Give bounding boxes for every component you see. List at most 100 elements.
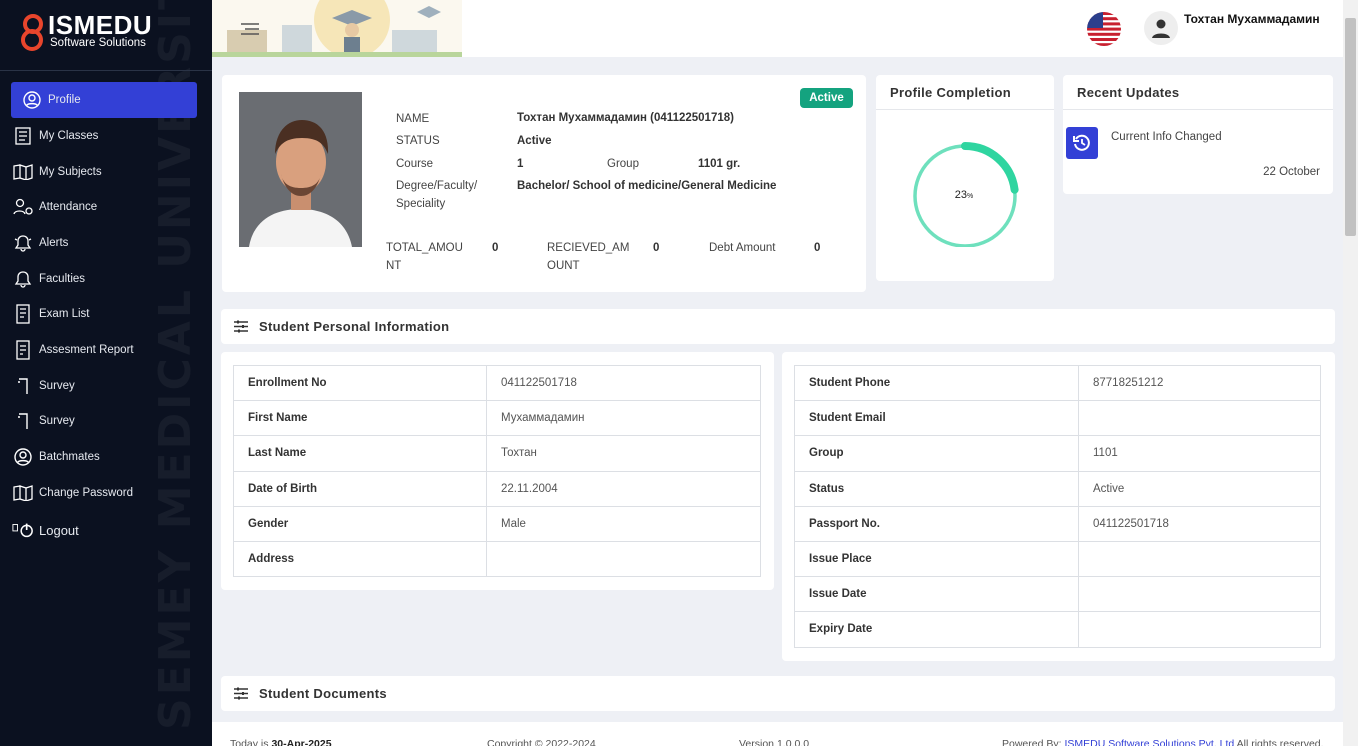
group-label: Group [607, 158, 639, 170]
report-icon [12, 340, 34, 360]
powered-by-link[interactable]: ISMEDU Software Solutions Pvt. Ltd [1064, 738, 1234, 746]
personal-info-left-table: Enrollment No 041122501718 First Name Муха… [233, 364, 761, 578]
degree-label: Degree/Faculty/ [396, 180, 478, 192]
footer-today: Today is 30-Apr-2025 [230, 738, 332, 746]
profile-completion-card: Profile Completion 23% [876, 75, 1054, 281]
personal-info-section-header[interactable]: Student Personal Information [221, 309, 1335, 344]
field-value: Тохтан [486, 435, 761, 472]
footer-powered: Powered By: ISMEDU Software Solutions Pv… [1002, 738, 1324, 746]
field-label: Student Email [794, 400, 1079, 437]
field-label: Last Name [233, 435, 487, 472]
user-circle-icon [12, 447, 34, 467]
debt-amount-label: Debt Amount [709, 242, 776, 254]
footer-version: Version 1.0.0.0 [739, 738, 810, 746]
sidebar-item-attendance[interactable]: Attendance [0, 189, 212, 225]
status-label: STATUS [396, 135, 440, 147]
completion-percent: 23% [954, 189, 974, 201]
us-flag-icon[interactable] [1087, 12, 1121, 46]
field-value: 1101 [1078, 435, 1321, 472]
sidebar-item-profile[interactable]: Profile [11, 82, 197, 118]
total-amount-label: TOTAL_AMOU [386, 242, 463, 254]
book-icon [12, 483, 34, 503]
sidebar-item-faculties[interactable]: Faculties [0, 261, 212, 297]
field-value: 22.11.2004 [486, 470, 761, 507]
recent-updates-card: Recent Updates Current Info Changed 22 O… [1063, 75, 1333, 194]
documents-section-header[interactable]: Student Documents [221, 676, 1335, 711]
field-label: First Name [233, 400, 487, 437]
field-label: Gender [233, 505, 487, 542]
degree-label-line-2: Speciality [396, 198, 446, 210]
name-label: NAME [396, 113, 430, 125]
sidebar-item-survey-2[interactable]: Survey [0, 404, 212, 440]
degree-value: Bachelor/ School of medicine/General Med… [517, 180, 777, 192]
logo-tagline: Software Solutions [50, 37, 146, 49]
personal-info-right-card: Student Phone 87718251212 Student Email G… [782, 352, 1335, 661]
table-row: Passport No. 041122501718 [794, 505, 1321, 542]
sliders-icon [234, 687, 248, 700]
completion-ring [913, 142, 1019, 247]
sidebar-item-assesment-report[interactable]: Assesment Report [0, 332, 212, 368]
update-item-date: 22 October [1263, 166, 1320, 178]
field-value [1078, 611, 1321, 648]
field-label: Date of Birth [233, 470, 487, 507]
sidebar-item-exam-list[interactable]: Exam List [0, 296, 212, 332]
section-title: Student Documents [259, 686, 387, 701]
course-label: Course [396, 158, 434, 170]
sidebar-item-label: Attendance [39, 201, 98, 214]
completion-title: Profile Completion [890, 85, 1011, 100]
sidebar-item-label: Survey [39, 379, 75, 392]
sidebar-item-change-password[interactable]: Change Password [0, 475, 212, 511]
table-row: Last Name Тохтан [233, 435, 761, 472]
power-icon [12, 520, 34, 540]
user-circle-icon [21, 90, 43, 110]
menu-toggle-icon[interactable] [240, 22, 260, 36]
exam-list-icon [12, 304, 34, 324]
sidebar-item-label: Alerts [39, 236, 69, 249]
user-icon [1152, 19, 1170, 38]
field-label: Status [794, 470, 1079, 507]
page-footer: Today is 30-Apr-2025 Copyright © 2022-20… [212, 722, 1343, 746]
personal-info-right-table: Student Phone 87718251212 Student Email G… [794, 364, 1321, 648]
field-value: 041122501718 [1078, 505, 1321, 542]
sidebar-item-label: My Subjects [39, 165, 102, 178]
header-user-name[interactable]: Тохтан Мухаммадамин [1184, 12, 1320, 26]
update-item-text[interactable]: Current Info Changed [1111, 131, 1222, 143]
history-icon [1066, 127, 1098, 159]
table-row: Student Phone 87718251212 [794, 364, 1321, 402]
user-avatar[interactable] [1144, 11, 1178, 45]
table-row: Student Email [794, 400, 1321, 437]
total-amount-value: 0 [492, 242, 499, 254]
course-value: 1 [517, 158, 524, 170]
sidebar-item-batchmates[interactable]: Batchmates [0, 439, 212, 475]
status-value: Active [517, 135, 552, 147]
table-row: Date of Birth 22.11.2004 [233, 470, 761, 507]
sidebar: SEMEY MEDICAL UNIVERSITY ISMEDU Software… [0, 0, 212, 746]
sidebar-item-label: Change Password [39, 486, 133, 499]
table-row: Expiry Date [794, 611, 1321, 648]
sidebar-item-my-subjects[interactable]: My Subjects [0, 154, 212, 190]
field-label: Passport No. [794, 505, 1079, 542]
field-label: Enrollment No [233, 364, 487, 402]
sidebar-item-alerts[interactable]: Alerts [0, 225, 212, 261]
field-value: Active [1078, 470, 1321, 507]
sidebar-item-my-classes[interactable]: My Classes [0, 118, 212, 154]
sidebar-nav: Profile My Classes My Subjects Attendanc… [0, 82, 212, 548]
scrollbar-thumb[interactable] [1345, 18, 1356, 236]
sidebar-item-label: Batchmates [39, 451, 100, 464]
footer-copyright: Copyright © 2022-2024 [487, 738, 596, 746]
sidebar-item-label: Faculties [39, 272, 86, 285]
group-value: 1101 gr. [698, 158, 741, 170]
received-amount-value: 0 [653, 242, 660, 254]
table-row: Issue Place [794, 540, 1321, 578]
book-icon [12, 162, 34, 182]
logout-label: Logout [39, 522, 79, 538]
debt-amount-value: 0 [814, 242, 821, 254]
field-value [1078, 540, 1321, 578]
field-value: Мухаммадамин [486, 400, 761, 437]
sidebar-item-survey[interactable]: Survey [0, 368, 212, 404]
sidebar-item-label: My Classes [39, 129, 99, 142]
sidebar-item-label: Survey [39, 415, 75, 428]
ismedu-logo[interactable]: ISMEDU Software Solutions [20, 10, 200, 60]
table-row: Issue Date [794, 576, 1321, 613]
logout-button[interactable]: Logout [0, 513, 212, 549]
